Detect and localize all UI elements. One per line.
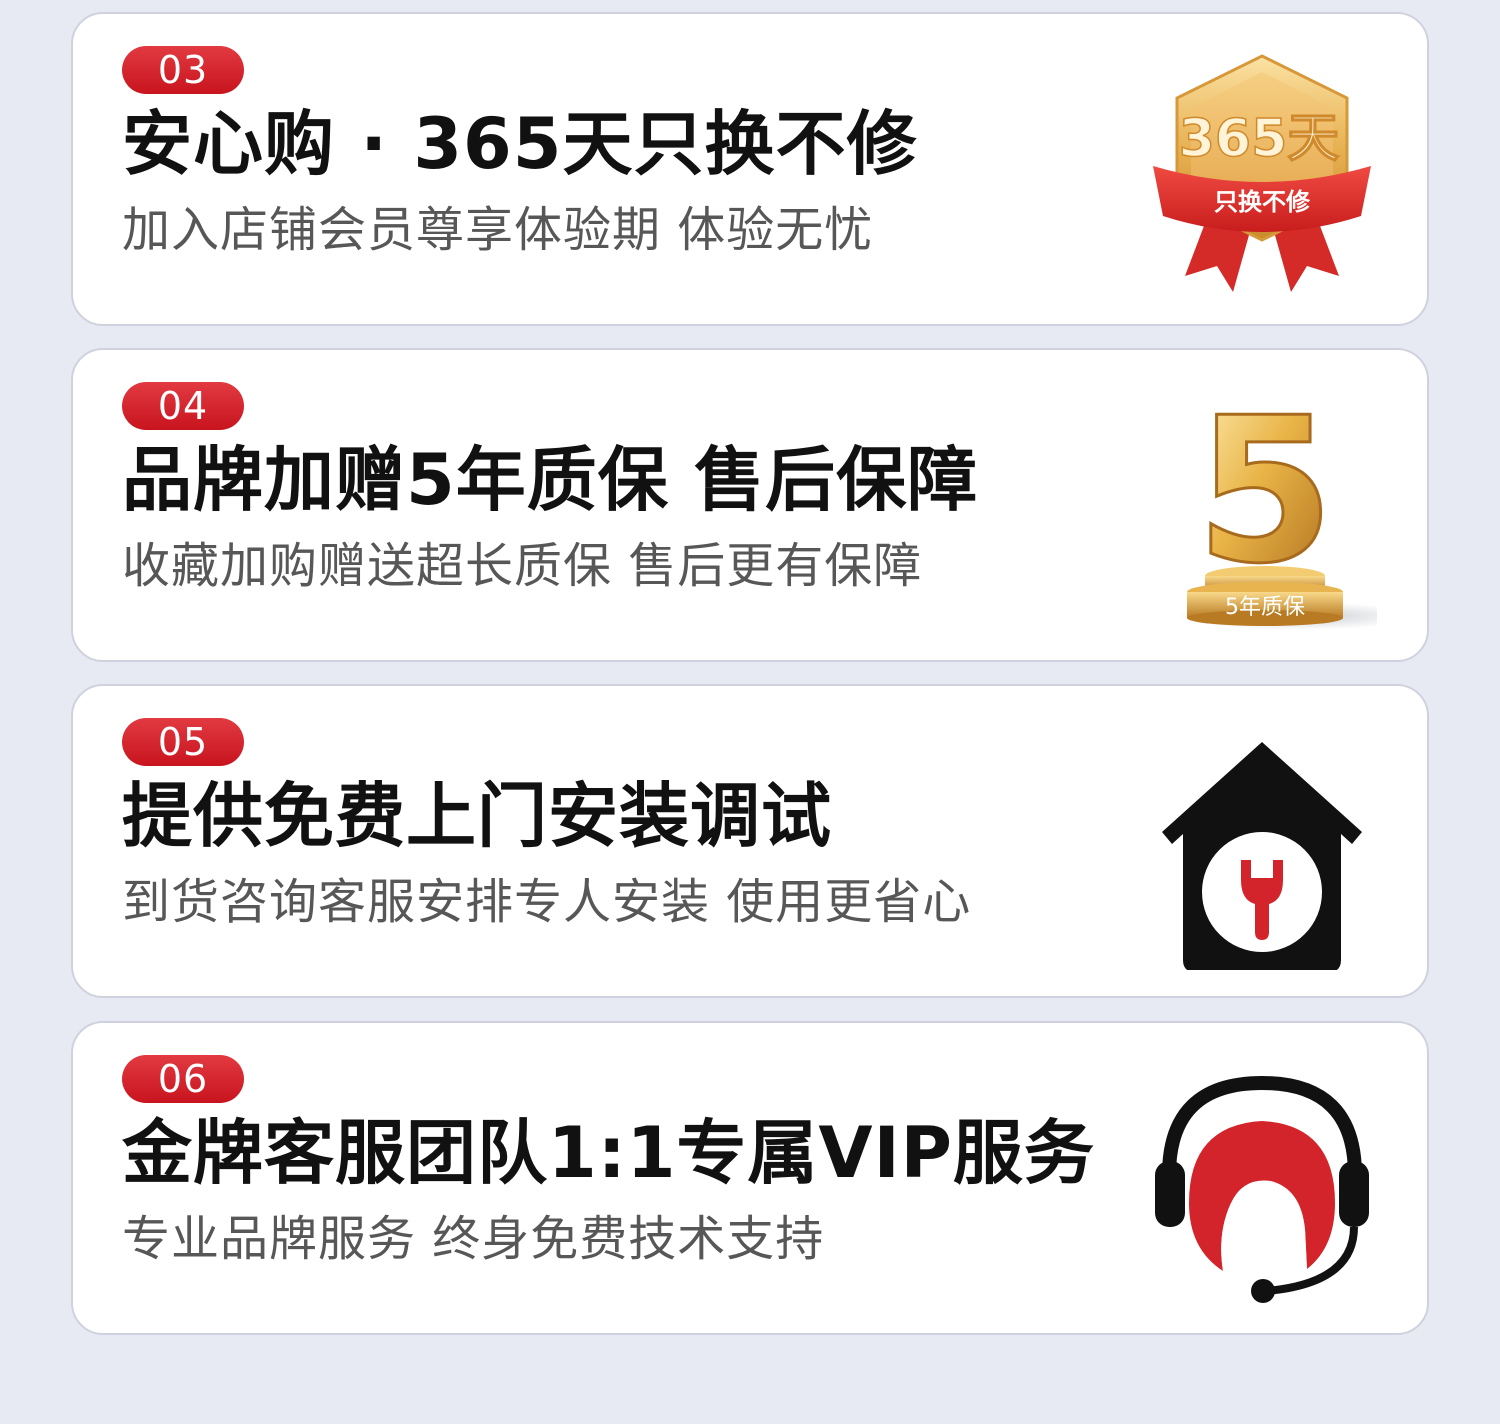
plate-text: 5年质保: [1225, 595, 1305, 620]
card-number-badge: 03: [122, 46, 244, 94]
medal-main-text: 365天: [1179, 109, 1340, 169]
card-title: 安心购 · 365天只换不修: [122, 103, 918, 185]
card-title: 提供免费上门安装调试: [122, 775, 832, 857]
service-card-5-year-warranty: 04 品牌加赠5年质保 售后保障 收藏加购赠送超长质保 售后更有保障 5 5年质…: [71, 348, 1429, 662]
customer-service-headset-icon: [1147, 1057, 1377, 1307]
5-year-warranty-trophy-icon: 5 5年质保: [1147, 384, 1377, 634]
card-subtitle: 收藏加购赠送超长质保 售后更有保障: [122, 538, 923, 594]
ribbon-text: 只换不修: [1214, 188, 1311, 216]
card-subtitle: 到货咨询客服安排专人安装 使用更省心: [122, 874, 972, 930]
card-number-badge: 04: [122, 382, 244, 430]
card-subtitle: 专业品牌服务 终身免费技术支持: [122, 1211, 825, 1267]
service-card-vip-support: 06 金牌客服团队1:1专属VIP服务 专业品牌服务 终身免费技术支持: [71, 1021, 1429, 1335]
service-card-365-guarantee: 03 安心购 · 365天只换不修 加入店铺会员尊享体验期 体验无忧 365天 …: [71, 12, 1429, 326]
card-subtitle: 加入店铺会员尊享体验期 体验无忧: [122, 202, 874, 258]
365-day-guarantee-medal-icon: 365天 只换不修: [1147, 48, 1377, 298]
card-title: 金牌客服团队1:1专属VIP服务: [122, 1112, 1095, 1194]
card-title: 品牌加赠5年质保 售后保障: [122, 439, 979, 521]
home-repair-wrench-icon: [1147, 720, 1377, 970]
card-number-badge: 06: [122, 1055, 244, 1103]
card-number-badge: 05: [122, 718, 244, 766]
service-card-installation: 05 提供免费上门安装调试 到货咨询客服安排专人安装 使用更省心: [71, 684, 1429, 998]
